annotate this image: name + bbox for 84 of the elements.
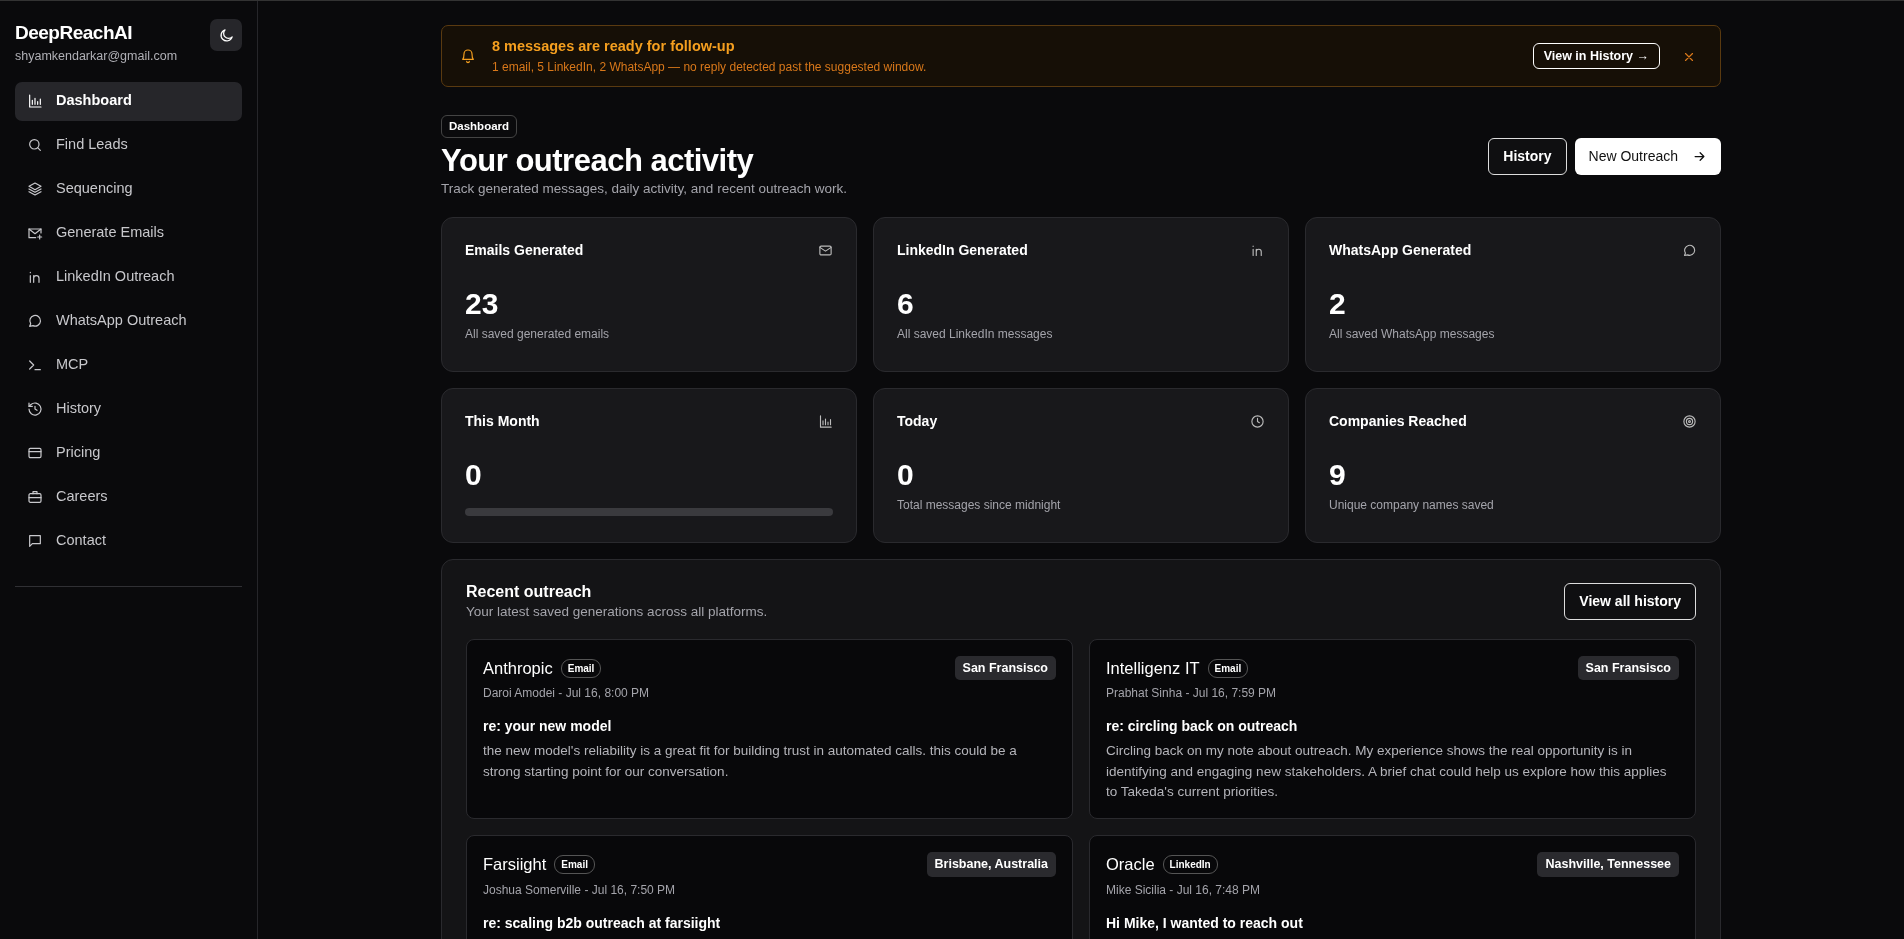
sidebar-item[interactable]: Careers (15, 477, 242, 517)
bell-icon (460, 47, 476, 64)
company-name: Intelligenz IT (1106, 657, 1200, 679)
envelope-icon (818, 243, 833, 259)
stat-label: Emails Generated (465, 241, 584, 261)
app-logo: DeepReachAI (15, 21, 132, 45)
section-title: Recent outreach (466, 582, 593, 603)
contact-meta: Daroi Amodei - Jul 16, 8:00 PM (483, 685, 651, 703)
channel-tag: LinkedIn (1162, 855, 1218, 875)
envelope-plus-icon (27, 225, 43, 242)
section-subtitle: Your latest saved generations across all platforms. (466, 603, 768, 622)
layers-icon (27, 181, 43, 198)
stat-note: All saved LinkedIn messages (897, 326, 1054, 344)
channel-tag: Email (1207, 658, 1249, 678)
stat-value: 0 (465, 460, 483, 491)
sidebar-item[interactable]: Pricing (15, 433, 242, 473)
contact-meta: Joshua Somerville - Jul 16, 7:50 PM (483, 881, 677, 899)
sidebar-item[interactable]: MCP (15, 345, 242, 385)
company-name: Oracle (1106, 854, 1155, 876)
view-in-history-button[interactable]: View in History → (1532, 42, 1660, 70)
message-subject: re: your new model (483, 717, 613, 737)
outreach-card[interactable]: Oracle LinkedIn Nashville, Tennessee Mike Sicilia - Jul 16, 7:48 PM Hi Mike, I wanted to reach out (1089, 835, 1696, 939)
alert-title: 8 messages are ready for follow-up (492, 37, 736, 56)
stat-label: Today (897, 412, 938, 432)
page-subtitle: Track generated messages, daily activity, and recent outreach work. (441, 180, 847, 199)
message-subject: Hi Mike, I wanted to reach out (1106, 913, 1304, 933)
stat-note: Unique company names saved (1329, 497, 1495, 515)
company-name: Farsiight (483, 854, 547, 876)
stat-value: 0 (897, 460, 915, 491)
search-icon (27, 137, 43, 154)
new-outreach-button[interactable]: New Outreach (1574, 138, 1721, 176)
bar-chart-icon (27, 93, 43, 110)
stat-label: LinkedIn Generated (897, 241, 1028, 261)
sidebar-item[interactable]: Contact (15, 521, 242, 561)
stat-note: All saved generated emails (465, 326, 611, 344)
location-tag: Nashville, Tennessee (1537, 852, 1679, 877)
location-tag: San Fransisco (954, 655, 1056, 681)
view-all-history-button[interactable]: View all history (1564, 583, 1696, 621)
company-name: Anthropic (483, 657, 553, 679)
target-icon (1682, 414, 1697, 430)
user-email: shyamkendarkar@gmail.com (15, 48, 179, 65)
breadcrumb-tag: Dashboard (441, 114, 518, 138)
message-body: Circling back on my note about outreach. My experience shows the real opportunity is in identifying and engaging new stakeholders. A brief chat could help us explore how this applies to Takeda's current priorities. (1106, 742, 1668, 801)
linkedin-icon (27, 269, 43, 286)
outreach-card[interactable] (466, 638, 1073, 820)
sidebar-item[interactable]: History (15, 389, 242, 429)
history-button[interactable]: History (1488, 138, 1567, 176)
channel-tag: Email (554, 855, 595, 875)
stat-value: 6 (897, 289, 915, 320)
message-body: the new model's reliability is a great fit for building trust in automated calls. this could be a strong starting point for our conversation. (483, 742, 1018, 781)
message-subject: re: scaling b2b outreach at farsiight (483, 913, 722, 933)
contact-meta: Mike Sicilia - Jul 16, 7:48 PM (1106, 881, 1262, 899)
sidebar-item[interactable]: Find Leads (15, 125, 242, 165)
stat-value: 23 (465, 289, 500, 320)
stat-label: WhatsApp Generated (1329, 241, 1472, 261)
page-title: Your outreach activity (441, 142, 755, 180)
stat-value: 2 (1329, 289, 1347, 320)
clock-icon (1250, 414, 1265, 430)
alert-text: 1 email, 5 LinkedIn, 2 WhatsApp — no reply detected past the suggested window. (492, 58, 928, 76)
outreach-card[interactable]: Farsiight Email Brisbane, Australia Joshua Somerville - Jul 16, 7:50 PM re: scaling b2b outreach at farsiight (466, 835, 1073, 939)
briefcase-icon (27, 489, 43, 506)
stat-value: 9 (1329, 460, 1347, 491)
message-subject: re: circling back on outreach (1106, 717, 1299, 737)
stat-label: Companies Reached (1329, 412, 1467, 432)
bar-chart-icon (818, 414, 833, 430)
sidebar-item[interactable]: Sequencing (15, 169, 242, 209)
location-tag: San Fransisco (1577, 655, 1679, 681)
chat-bubble-icon (27, 313, 43, 330)
moon-icon (217, 26, 235, 44)
channel-tag: Email (560, 658, 602, 678)
theme-toggle-button[interactable] (210, 19, 242, 51)
sidebar-item[interactable]: WhatsApp Outreach (15, 301, 242, 341)
contact-meta: Prabhat Sinha - Jul 16, 7:59 PM (1106, 685, 1278, 703)
stat-note: Total messages since midnight (897, 497, 1062, 515)
sidebar-item[interactable]: Generate Emails (15, 213, 242, 253)
history-icon (27, 401, 43, 418)
location-tag: Brisbane, Australia (926, 852, 1056, 877)
chat-bubble-icon (1682, 243, 1697, 259)
stat-label: This Month (465, 412, 540, 432)
linkedin-icon (1250, 243, 1265, 259)
outreach-card[interactable] (1089, 638, 1696, 820)
sidebar-item[interactable]: Dashboard (15, 81, 242, 121)
sidebar-item[interactable]: LinkedIn Outreach (15, 257, 242, 297)
stat-note: All saved WhatsApp messages (1329, 326, 1496, 344)
